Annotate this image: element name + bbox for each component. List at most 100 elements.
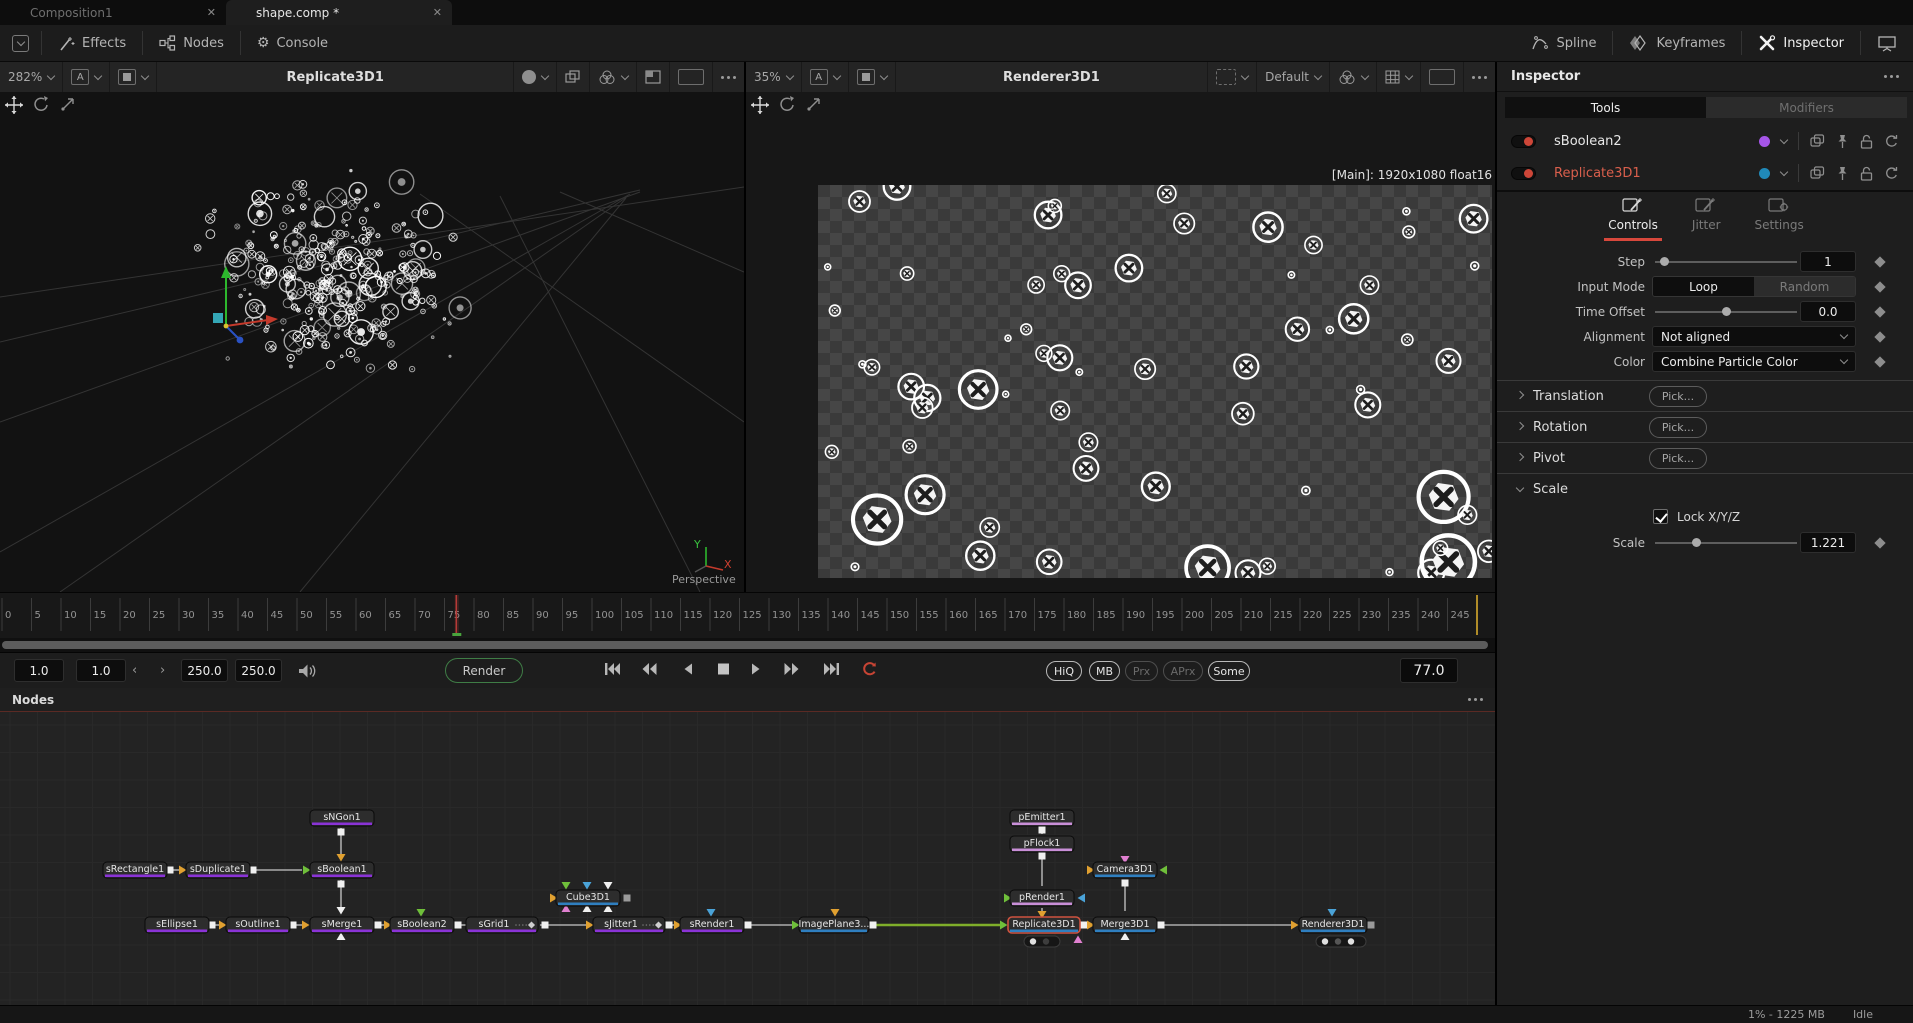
- pick-button[interactable]: Pick...: [1649, 386, 1707, 407]
- viewer-left-options[interactable]: [713, 62, 744, 92]
- lut-button[interactable]: [590, 62, 636, 92]
- lock-icon[interactable]: [1860, 166, 1873, 181]
- graph-node-srender1[interactable]: sRender1: [680, 917, 744, 933]
- quality-hiq[interactable]: HiQ: [1046, 661, 1082, 681]
- loop-button[interactable]: [862, 662, 879, 676]
- global-start-field[interactable]: 1.0: [14, 659, 64, 682]
- keyframe-diamond-icon[interactable]: [1874, 281, 1885, 292]
- graph-node-renderer3d1[interactable]: Renderer3D1: [1299, 917, 1367, 933]
- graph-node-sboolean2[interactable]: sBoolean2: [390, 917, 454, 933]
- section-scale[interactable]: Scale: [1497, 473, 1913, 504]
- inspector-button[interactable]: Inspector: [1742, 25, 1860, 62]
- tab-settings[interactable]: Settings: [1751, 195, 1808, 241]
- chevron-down-icon[interactable]: [1780, 135, 1788, 143]
- alpha-toggle[interactable]: A: [802, 62, 848, 92]
- section-pivot[interactable]: PivotPick...: [1497, 442, 1913, 473]
- 3d-perspective-view[interactable]: [0, 92, 744, 592]
- graph-node-sduplicate1[interactable]: sDuplicate1: [186, 862, 250, 878]
- graph-node-cube3d1[interactable]: Cube3D1: [556, 890, 620, 906]
- render-start-field[interactable]: 1.0: [76, 659, 126, 682]
- graph-node-sboolean1[interactable]: sBoolean1: [310, 862, 374, 878]
- keyframes-button[interactable]: Keyframes: [1613, 25, 1741, 62]
- param-dropdown[interactable]: Combine Particle Color: [1652, 351, 1856, 372]
- pan-icon[interactable]: [750, 95, 770, 115]
- tab-shape-comp[interactable]: shape.comp * ✕: [226, 0, 452, 25]
- keyframe-diamond-icon[interactable]: [1874, 331, 1885, 342]
- render-button[interactable]: Render: [445, 658, 523, 683]
- alpha-toggle[interactable]: A: [63, 62, 109, 92]
- node-graph[interactable]: sNGon1sRectangle1sDuplicate1sBoolean1sEl…: [0, 712, 1495, 1005]
- stop-button[interactable]: [716, 662, 733, 676]
- quality-prx[interactable]: Prx: [1125, 661, 1158, 681]
- tile-color-dot[interactable]: [1759, 168, 1770, 179]
- rotate-icon[interactable]: [778, 95, 797, 114]
- play-button[interactable]: [749, 662, 766, 676]
- roi-toggle[interactable]: [849, 62, 895, 92]
- section-chevron-icon[interactable]: [1516, 452, 1524, 460]
- inspector-node-sboolean2[interactable]: sBoolean2: [1497, 126, 1913, 156]
- section-chevron-icon[interactable]: [1516, 483, 1524, 491]
- inspector-options-icon[interactable]: [1884, 75, 1899, 78]
- timeline-ruler[interactable]: 0510152025303540455055606570758085909510…: [0, 592, 1495, 638]
- graph-node-imageplane3[interactable]: ImagePlane3...: [799, 917, 870, 933]
- fit-button[interactable]: [1421, 62, 1463, 92]
- quality-aprx[interactable]: APrx: [1163, 661, 1203, 681]
- graph-node-sjitter1[interactable]: sJitter1: [593, 917, 665, 933]
- pick-button[interactable]: Pick...: [1649, 448, 1707, 469]
- fast-rewind-button[interactable]: [641, 662, 658, 676]
- lut-button[interactable]: [1330, 62, 1376, 92]
- graph-node-merge3d1[interactable]: Merge3D1: [1093, 917, 1157, 933]
- keyframe-diamond-icon[interactable]: [1874, 256, 1885, 267]
- current-frame-field[interactable]: 77.0: [1400, 658, 1458, 683]
- reset-icon[interactable]: [1884, 166, 1899, 181]
- zoom-level-dropdown[interactable]: 282%: [0, 62, 62, 92]
- tab-tools[interactable]: Tools: [1505, 97, 1706, 118]
- play-reverse-button[interactable]: [682, 662, 699, 676]
- pin-icon[interactable]: [1836, 134, 1849, 149]
- tab-controls[interactable]: Controls: [1604, 195, 1662, 241]
- goto-start-button[interactable]: [604, 662, 621, 676]
- option-random[interactable]: Random: [1754, 277, 1855, 296]
- enable-toggle[interactable]: [1511, 167, 1536, 180]
- roi-toggle[interactable]: [110, 62, 156, 92]
- inspector-node-replicate3d1[interactable]: Replicate3D1: [1497, 158, 1913, 188]
- layers-button[interactable]: [557, 62, 589, 92]
- param-dropdown[interactable]: Not aligned: [1652, 326, 1856, 347]
- close-icon[interactable]: ✕: [433, 6, 442, 19]
- scale-icon[interactable]: [805, 95, 823, 113]
- versions-icon[interactable]: [1810, 134, 1825, 148]
- render-end-field[interactable]: 250.0: [181, 659, 228, 682]
- channel-dropdown[interactable]: Default: [1257, 62, 1329, 92]
- section-rotation[interactable]: RotationPick...: [1497, 411, 1913, 442]
- section-chevron-icon[interactable]: [1516, 390, 1524, 398]
- versions-icon[interactable]: [1810, 166, 1825, 180]
- enable-toggle[interactable]: [1511, 135, 1536, 148]
- step-back-button[interactable]: ‹: [132, 663, 137, 678]
- chevron-down-icon[interactable]: [1780, 167, 1788, 175]
- lock-checkbox[interactable]: [1653, 509, 1668, 524]
- quality-mb[interactable]: MB: [1089, 661, 1120, 681]
- rotate-icon[interactable]: [32, 95, 51, 114]
- graph-node-smerge1[interactable]: sMerge1: [310, 917, 374, 933]
- tab-composition1[interactable]: Composition1 ✕: [0, 0, 226, 25]
- graph-node-camera3d1[interactable]: Camera3D1: [1093, 862, 1157, 878]
- graph-node-srectangle1[interactable]: sRectangle1: [103, 862, 167, 878]
- param-value[interactable]: 0.0: [1800, 301, 1856, 322]
- pin-icon[interactable]: [1836, 166, 1849, 181]
- quality-some[interactable]: Some: [1208, 661, 1250, 681]
- viewer-left-content[interactable]: Y X Perspective: [0, 92, 744, 592]
- pan-icon[interactable]: [4, 95, 24, 115]
- display-button[interactable]: [1861, 25, 1913, 62]
- keyframe-diamond-icon[interactable]: [1874, 537, 1885, 548]
- nodes-button[interactable]: Nodes: [143, 25, 240, 62]
- lock-icon[interactable]: [1860, 134, 1873, 149]
- console-button[interactable]: ⚙ Console: [241, 25, 344, 62]
- effects-button[interactable]: Effects: [42, 25, 142, 62]
- param-value[interactable]: 1.221: [1800, 532, 1856, 553]
- timeline-scrollbar[interactable]: [2, 641, 1488, 649]
- graph-node-pemitter1[interactable]: pEmitter1: [1010, 810, 1074, 826]
- section-translation[interactable]: TranslationPick...: [1497, 380, 1913, 411]
- param-slider[interactable]: [1655, 311, 1797, 313]
- fast-forward-button[interactable]: [783, 662, 800, 676]
- zoom-level-dropdown[interactable]: 35%: [746, 62, 801, 92]
